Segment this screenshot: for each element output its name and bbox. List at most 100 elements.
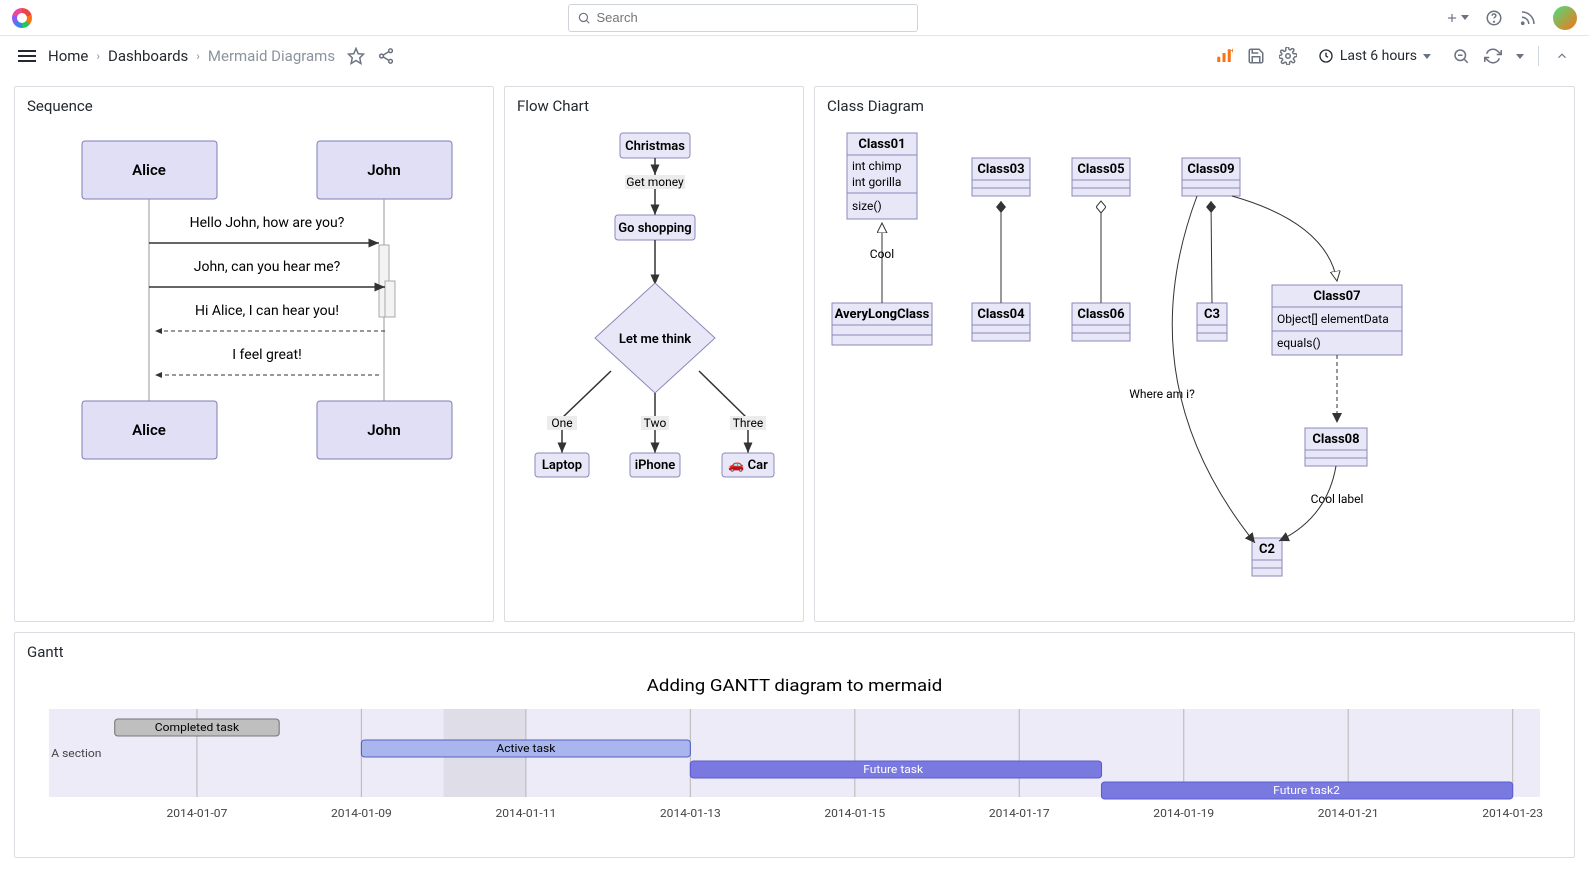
- svg-text:2014-01-13: 2014-01-13: [660, 807, 721, 820]
- dashboard-header: Home › Dashboards › Mermaid Diagrams + L…: [0, 36, 1589, 76]
- svg-text:Alice: Alice: [132, 421, 166, 439]
- collapse-button[interactable]: [1553, 47, 1571, 65]
- svg-text:2014-01-17: 2014-01-17: [989, 807, 1050, 820]
- svg-text:Cool label: Cool label: [1311, 492, 1364, 506]
- svg-text:Future task: Future task: [863, 763, 923, 776]
- gantt-chart: Adding GANTT diagram to mermaid A sectio…: [27, 669, 1562, 839]
- svg-text:Cool: Cool: [870, 247, 894, 261]
- svg-text:int gorilla: int gorilla: [852, 175, 901, 189]
- svg-text:John, can you hear me?: John, can you hear me?: [194, 259, 341, 275]
- svg-text:Three: Three: [733, 416, 763, 430]
- svg-text:2014-01-11: 2014-01-11: [495, 807, 556, 820]
- svg-text:int chimp: int chimp: [852, 159, 902, 173]
- add-new-button[interactable]: [1445, 11, 1469, 25]
- svg-text:Get money: Get money: [626, 175, 684, 189]
- svg-text:Class05: Class05: [1077, 162, 1124, 177]
- favorite-button[interactable]: [347, 47, 365, 65]
- refresh-icon: [1484, 47, 1502, 65]
- svg-text:Let me think: Let me think: [619, 332, 691, 347]
- clock-icon: [1318, 48, 1334, 64]
- svg-text:I feel great!: I feel great!: [232, 347, 301, 363]
- sequence-diagram: Alice John Hello John, how are you? John…: [27, 123, 483, 463]
- search-box[interactable]: [568, 4, 918, 32]
- save-button[interactable]: [1247, 47, 1265, 65]
- svg-text:AveryLongClass: AveryLongClass: [835, 307, 930, 322]
- share-icon: [377, 47, 395, 65]
- zoom-out-button[interactable]: [1452, 47, 1470, 65]
- svg-text:A section: A section: [51, 747, 101, 760]
- svg-text:Active task: Active task: [496, 742, 555, 755]
- svg-text:Where am i?: Where am i?: [1129, 387, 1195, 401]
- breadcrumb-dashboards[interactable]: Dashboards: [108, 47, 188, 65]
- panel-class-diagram[interactable]: Class Diagram Class01 int chimp int gori…: [814, 86, 1575, 622]
- chevron-right-icon: ›: [96, 49, 100, 63]
- panel-title: Class Diagram: [827, 97, 1562, 115]
- menu-toggle-button[interactable]: [18, 50, 36, 62]
- rss-icon: [1519, 9, 1537, 27]
- svg-text:Class07: Class07: [1313, 289, 1360, 304]
- breadcrumb: Home › Dashboards › Mermaid Diagrams: [48, 47, 335, 65]
- search-icon: [577, 11, 591, 25]
- svg-text:2014-01-21: 2014-01-21: [1318, 807, 1379, 820]
- svg-text:+: +: [1231, 46, 1233, 55]
- flowchart-diagram: Christmas Get money Go shopping Let me t…: [517, 123, 793, 503]
- svg-text:Completed task: Completed task: [155, 721, 239, 734]
- svg-text:2014-01-15: 2014-01-15: [824, 807, 885, 820]
- svg-text:Laptop: Laptop: [542, 458, 582, 473]
- panel-title: Gantt: [27, 643, 1562, 661]
- svg-text:C3: C3: [1204, 307, 1220, 322]
- svg-text:Class04: Class04: [977, 307, 1025, 322]
- svg-text:John: John: [367, 421, 401, 439]
- plus-icon: [1445, 11, 1459, 25]
- svg-text:🚗 Car: 🚗 Car: [728, 458, 768, 473]
- help-icon: [1485, 9, 1503, 27]
- class-diagram: Class01 int chimp int gorilla size() Ave…: [827, 123, 1447, 603]
- refresh-interval-picker[interactable]: [1516, 54, 1524, 59]
- svg-text:2014-01-19: 2014-01-19: [1153, 807, 1214, 820]
- svg-text:Future task2: Future task2: [1273, 784, 1340, 797]
- chevron-right-icon: ›: [196, 49, 200, 63]
- time-range-picker[interactable]: Last 6 hours: [1311, 43, 1438, 69]
- settings-button[interactable]: [1279, 47, 1297, 65]
- svg-text:One: One: [551, 416, 572, 430]
- refresh-button[interactable]: [1484, 47, 1502, 65]
- svg-text:Adding GANTT diagram to mermai: Adding GANTT diagram to mermaid: [647, 676, 942, 696]
- breadcrumb-home[interactable]: Home: [48, 47, 88, 65]
- rss-button[interactable]: [1519, 9, 1537, 27]
- user-avatar[interactable]: [1553, 6, 1577, 30]
- help-button[interactable]: [1485, 9, 1503, 27]
- svg-text:Christmas: Christmas: [625, 139, 685, 154]
- svg-text:2014-01-07: 2014-01-07: [167, 807, 228, 820]
- save-icon: [1247, 47, 1265, 65]
- svg-text:equals(): equals(): [1277, 336, 1321, 350]
- chevron-up-icon: [1555, 49, 1569, 63]
- time-range-label: Last 6 hours: [1340, 48, 1417, 64]
- svg-text:Object[] elementData: Object[] elementData: [1277, 312, 1389, 326]
- svg-text:Class06: Class06: [1077, 307, 1125, 322]
- svg-text:iPhone: iPhone: [635, 458, 676, 473]
- svg-text:Class08: Class08: [1312, 432, 1359, 447]
- zoom-out-icon: [1452, 47, 1470, 65]
- svg-text:Class01: Class01: [858, 137, 905, 152]
- share-button[interactable]: [377, 47, 395, 65]
- svg-text:C2: C2: [1259, 542, 1275, 557]
- gear-icon: [1279, 47, 1297, 65]
- panel-flowchart[interactable]: Flow Chart Christmas Get money Go shoppi…: [504, 86, 804, 622]
- svg-text:Go shopping: Go shopping: [618, 221, 691, 236]
- svg-text:Two: Two: [644, 416, 667, 430]
- star-icon: [347, 47, 365, 65]
- svg-text:Hello John, how are you?: Hello John, how are you?: [190, 215, 345, 231]
- panel-title: Sequence: [27, 97, 481, 115]
- panel-gantt[interactable]: Gantt Adding GANTT diagram to mermaid A …: [14, 632, 1575, 858]
- add-panel-button[interactable]: +: [1215, 47, 1233, 65]
- add-panel-icon: +: [1215, 46, 1233, 66]
- svg-text:Alice: Alice: [132, 161, 166, 179]
- chevron-down-icon: [1423, 54, 1431, 59]
- svg-text:Class09: Class09: [1187, 162, 1234, 177]
- panel-title: Flow Chart: [517, 97, 791, 115]
- panel-sequence[interactable]: Sequence Alice John Hello John, how are …: [14, 86, 494, 622]
- grafana-logo-icon[interactable]: [12, 8, 32, 28]
- app-top-bar: [0, 0, 1589, 36]
- svg-text:Hi Alice, I can hear you!: Hi Alice, I can hear you!: [195, 303, 339, 319]
- search-input[interactable]: [597, 10, 909, 25]
